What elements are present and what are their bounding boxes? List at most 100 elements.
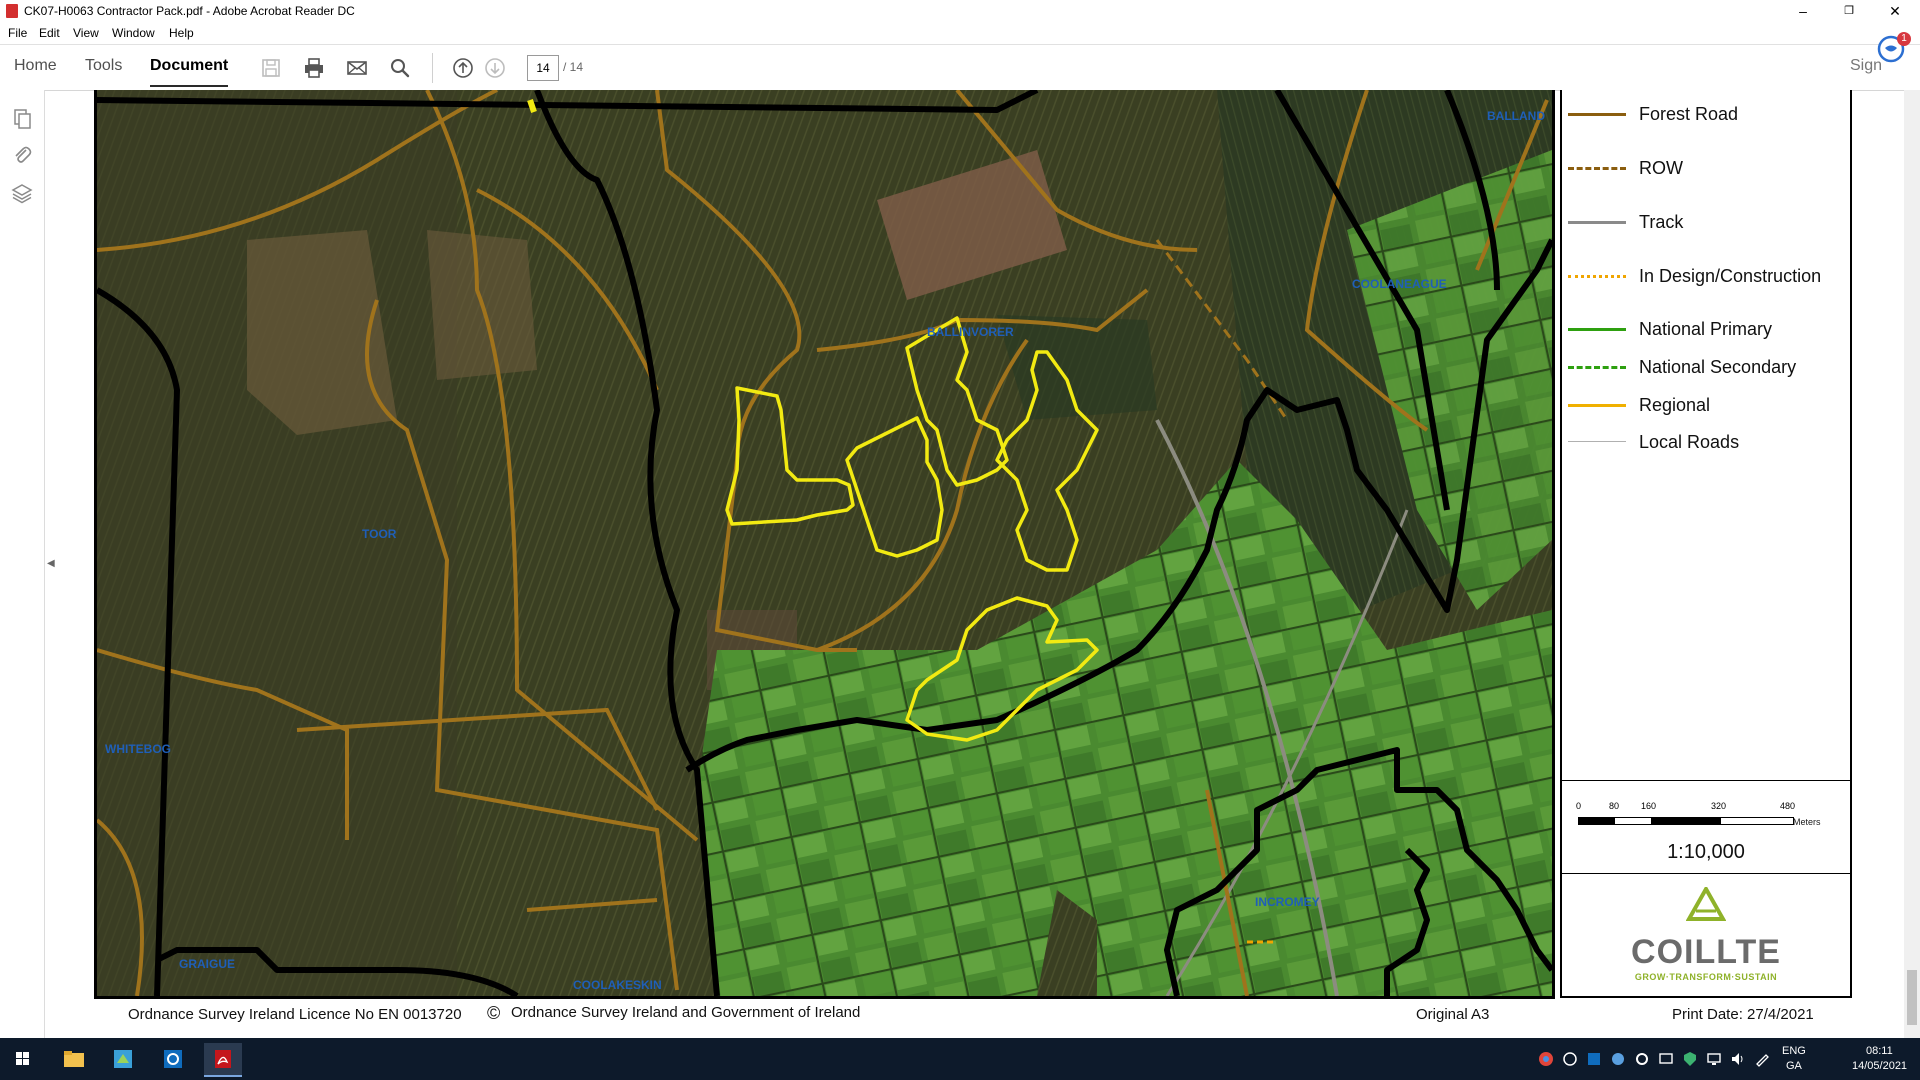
keyboard-layout-indicator[interactable]: GA — [1786, 1060, 1802, 1072]
clock-time[interactable]: 08:11 — [1866, 1045, 1893, 1057]
licence-text: Ordnance Survey Ireland Licence No EN 00… — [128, 1006, 462, 1023]
notification-badge: 1 — [1897, 32, 1911, 46]
page-thumbnails-icon[interactable] — [11, 108, 33, 130]
place-label: BALLAND — [1487, 109, 1545, 123]
menu-view[interactable]: View — [73, 26, 99, 40]
menu-window[interactable]: Window — [112, 26, 155, 40]
scale-segment — [1579, 818, 1615, 824]
menu-file[interactable]: File — [8, 26, 27, 40]
start-icon[interactable] — [4, 1043, 42, 1075]
language-indicator[interactable]: ENG — [1782, 1045, 1806, 1057]
copyright-text: Ordnance Survey Ireland and Government o… — [511, 1004, 861, 1021]
logo-tagline: GROW·TRANSFORM·SUSTAIN — [1634, 972, 1778, 982]
legend-label: National Secondary — [1639, 357, 1797, 377]
sync-tray-icon[interactable] — [1610, 1051, 1626, 1067]
tab-document[interactable]: Document — [150, 57, 229, 87]
legend-swatch — [1568, 328, 1626, 331]
previous-page-icon[interactable] — [452, 57, 474, 79]
legend-swatch — [1568, 221, 1626, 224]
email-icon[interactable] — [346, 57, 368, 79]
place-label: TOOR — [362, 527, 397, 541]
window-title: CK07-H0063 Contractor Pack.pdf - Adobe A… — [24, 4, 355, 18]
legend-label: Local Roads — [1639, 432, 1740, 452]
legend-label: Regional — [1639, 395, 1711, 415]
logo-name: COILLTE — [1631, 933, 1781, 971]
place-label: COOLANEAGUE — [1352, 277, 1447, 291]
collapse-panel-arrow-icon[interactable]: ◀ — [47, 558, 55, 569]
scale-unit: Meters — [1793, 817, 1821, 827]
toolbar-divider — [432, 53, 433, 83]
scale-tick: 160 — [1641, 801, 1657, 811]
copyright-symbol: © — [487, 1003, 501, 1023]
toolbar: Home Tools Document 14 / 14 Sign — [0, 44, 1920, 91]
vertical-scrollbar[interactable] — [1904, 90, 1920, 1038]
legend-label: In Design/Construction — [1639, 266, 1822, 286]
legend-swatch — [1568, 113, 1626, 116]
satellite-map: BALLINVORER COOLANEAGUE BALLAND TOOR WHI… — [97, 90, 1552, 996]
windows-taskbar: ENG GA 08:11 14/05/2021 — [0, 1038, 1920, 1080]
outlook-icon[interactable] — [154, 1043, 192, 1075]
search-icon[interactable] — [389, 57, 411, 79]
scale-bar-section: 0 80 160 320 480 Meters 1:10,000 — [1562, 780, 1850, 874]
place-label: INCROMEY — [1255, 895, 1320, 909]
legend-swatch — [1568, 167, 1626, 170]
legend-swatch — [1568, 441, 1626, 442]
legend-swatch — [1568, 275, 1626, 278]
wifi-tray-icon[interactable] — [1706, 1051, 1722, 1067]
scale-tick: 480 — [1780, 801, 1796, 811]
scale-tick: 0 — [1576, 801, 1582, 811]
scale-ratio: 1:10,000 — [1667, 841, 1745, 863]
menu-edit[interactable]: Edit — [39, 26, 60, 40]
scale-tick: 80 — [1609, 801, 1620, 811]
print-icon[interactable] — [303, 57, 325, 79]
legend-swatch — [1568, 366, 1626, 369]
place-label: BALLINVORER — [927, 325, 1014, 339]
title-bar: CK07-H0063 Contractor Pack.pdf - Adobe A… — [0, 0, 1920, 24]
legend-label: Track — [1639, 212, 1684, 232]
print-date-text: Print Date: 27/4/2021 — [1672, 1006, 1814, 1023]
legend-swatch — [1568, 404, 1626, 407]
file-explorer-icon[interactable] — [54, 1043, 92, 1075]
page-total: / 14 — [563, 60, 584, 74]
volume-tray-icon[interactable] — [1730, 1051, 1746, 1067]
page-number-input[interactable]: 14 — [527, 55, 559, 81]
place-label: COOLAKESKIN — [573, 978, 662, 992]
chrome-tray-icon[interactable] — [1538, 1051, 1554, 1067]
minimize-button[interactable]: – — [1780, 0, 1826, 24]
scale-bar — [1578, 817, 1794, 825]
legend-label: Forest Road — [1639, 104, 1739, 124]
scrollbar-thumb[interactable] — [1907, 970, 1917, 1025]
map-frame: BALLINVORER COOLANEAGUE BALLAND TOOR WHI… — [94, 90, 1555, 999]
legend-label: National Primary — [1639, 319, 1773, 339]
paper-size-text: Original A3 — [1416, 1006, 1490, 1023]
layers-icon[interactable] — [11, 182, 33, 204]
settings-tray-icon[interactable] — [1634, 1051, 1650, 1067]
mapping-app-icon[interactable] — [104, 1043, 142, 1075]
menu-bar: File Edit View Window Help — [0, 24, 1920, 44]
scale-tick: 320 — [1711, 801, 1727, 811]
restore-button[interactable]: ❐ — [1826, 0, 1872, 24]
scale-segment — [1651, 818, 1721, 824]
place-label: WHITEBOG — [105, 742, 171, 756]
clock-date[interactable]: 14/05/2021 — [1852, 1060, 1907, 1072]
menu-help[interactable]: Help — [169, 26, 194, 40]
acrobat-app-icon — [6, 4, 18, 18]
legend-label: ROW — [1639, 158, 1683, 178]
map-legend: Forest Road ROW Track In Design/Construc… — [1560, 90, 1852, 998]
pen-tray-icon[interactable] — [1754, 1051, 1770, 1067]
save-icon[interactable] — [260, 57, 282, 79]
attachments-icon[interactable] — [11, 144, 33, 166]
coillte-logo: COILLTE GROW·TRANSFORM·SUSTAIN — [1562, 873, 1850, 993]
close-button[interactable]: ✕ — [1872, 0, 1918, 24]
network-tray-icon[interactable] — [1562, 1051, 1578, 1067]
acrobat-taskbar-icon[interactable] — [204, 1043, 242, 1077]
place-label: GRAIGUE — [179, 957, 235, 971]
tab-home[interactable]: Home — [14, 57, 57, 75]
display-tray-icon[interactable] — [1658, 1051, 1674, 1067]
coillte-logo-icon — [1686, 887, 1726, 921]
tab-tools[interactable]: Tools — [85, 57, 122, 75]
left-navigation-panel — [0, 90, 45, 1038]
next-page-icon[interactable] — [484, 57, 506, 79]
security-tray-icon[interactable] — [1682, 1051, 1698, 1067]
outlook-tray-icon[interactable] — [1586, 1051, 1602, 1067]
